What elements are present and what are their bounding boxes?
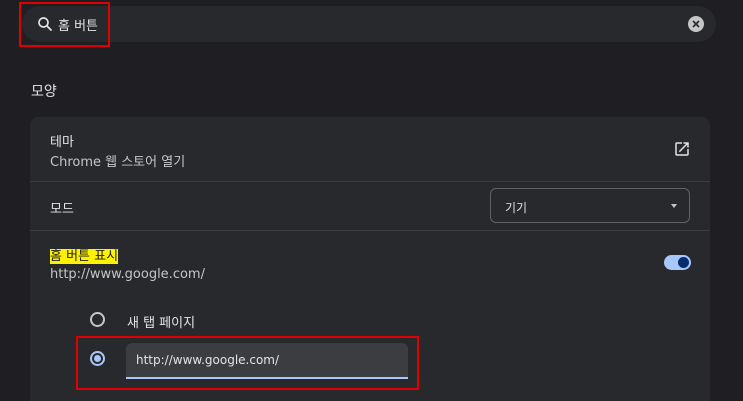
theme-title: 테마: [50, 135, 74, 150]
theme-row[interactable]: 테마 Chrome 웹 스토어 열기: [30, 117, 710, 181]
search-icon: [38, 17, 52, 31]
settings-search-bar[interactable]: [22, 6, 716, 42]
home-button-row: 홈 버튼 표시 http://www.google.com/: [30, 231, 710, 301]
radio-new-tab-page-label[interactable]: 새 탭 페이지: [127, 312, 195, 331]
mode-select-value: 기기: [505, 201, 528, 215]
open-in-new-icon[interactable]: [673, 140, 691, 158]
radio-custom-url[interactable]: [90, 351, 105, 366]
section-title: 모양: [31, 84, 57, 100]
theme-subtitle: Chrome 웹 스토어 열기: [50, 155, 186, 170]
close-icon: [692, 20, 700, 28]
home-url-input[interactable]: [126, 343, 408, 379]
mode-select[interactable]: 기기: [490, 188, 690, 223]
home-button-title: 홈 버튼 표시: [50, 245, 119, 264]
appearance-card: 테마 Chrome 웹 스토어 열기 모드 기기 홈 버튼 표시 http://…: [30, 117, 710, 401]
home-button-subtitle: http://www.google.com/: [50, 267, 205, 282]
mode-title: 모드: [50, 202, 74, 217]
clear-search-button[interactable]: [688, 16, 704, 32]
radio-new-tab-page[interactable]: [90, 312, 105, 327]
toggle-knob: [678, 257, 689, 268]
home-button-toggle[interactable]: [664, 255, 691, 270]
search-input[interactable]: [58, 12, 618, 36]
search-match-highlight: 홈 버튼 표시: [50, 249, 119, 264]
dropdown-arrow-icon: [671, 204, 677, 208]
